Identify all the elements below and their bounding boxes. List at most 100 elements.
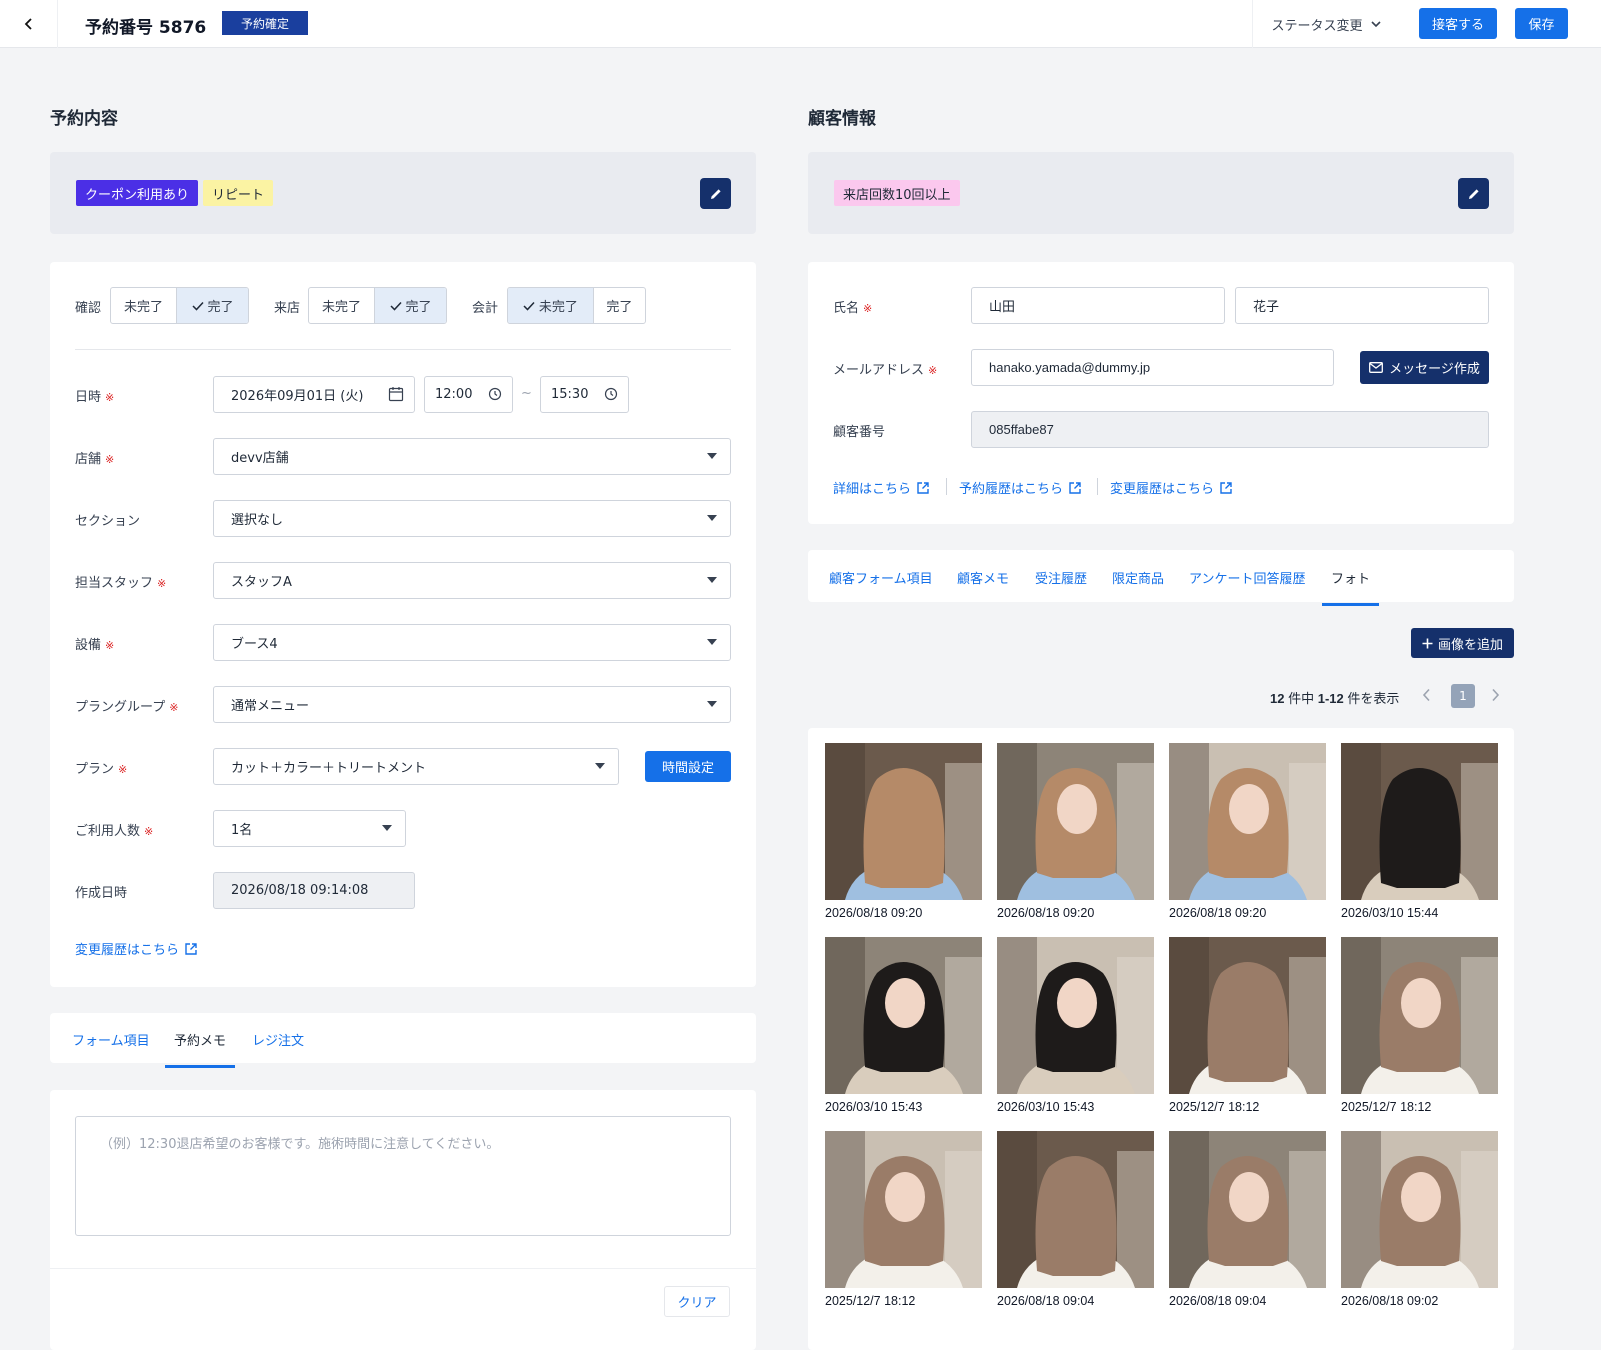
tab-survey-history[interactable]: アンケート回答履歴 [1189, 568, 1305, 587]
reservation-history-customer-link[interactable]: 予約履歴はこちら [959, 478, 1082, 497]
photo-item[interactable]: 2026/08/18 09:04 [1169, 1131, 1326, 1308]
plan-group-select[interactable]: 通常メニュー [213, 686, 731, 723]
tab-limited-products[interactable]: 限定商品 [1112, 568, 1164, 587]
caret-down-icon [707, 639, 717, 645]
memo-textarea[interactable]: （例）12:30退店希望のお客様です。施術時間に注意してください。 [75, 1116, 731, 1236]
end-time-input[interactable]: 15:30 [540, 376, 629, 413]
photo-item[interactable]: 2026/03/10 15:43 [997, 937, 1154, 1114]
mail-icon [1369, 362, 1384, 373]
label-text: プラン [75, 762, 115, 777]
time-setting-button[interactable]: 時間設定 [645, 751, 731, 782]
prev-page-button[interactable] [1422, 688, 1436, 704]
tab-customer-form[interactable]: 顧客フォーム項目 [829, 568, 933, 587]
photo-item[interactable]: 2026/03/10 15:43 [825, 937, 982, 1114]
tab-order-history[interactable]: 受注履歴 [1035, 568, 1087, 587]
photo-item[interactable]: 2025/12/7 18:12 [1341, 937, 1498, 1114]
photo-image [1169, 937, 1326, 1094]
photo-item[interactable]: 2026/08/18 09:04 [997, 1131, 1154, 1308]
pagination-summary: 12 件中 1-12 件を表示 [1270, 688, 1399, 707]
external-link-icon [185, 942, 197, 955]
plan-select[interactable]: カット＋カラー＋トリートメント [213, 748, 619, 785]
customer-detail-link[interactable]: 詳細はこちら [833, 478, 930, 497]
divider [50, 1268, 756, 1269]
photo-item[interactable]: 2025/12/7 18:12 [825, 1131, 982, 1308]
datetime-label: 日時 ※ [75, 386, 114, 405]
tab-register-order[interactable]: レジ注文 [252, 1030, 304, 1049]
check-icon [389, 301, 402, 311]
photo-image [1341, 1131, 1498, 1288]
confirm-complete-option[interactable]: 完了 [176, 288, 248, 323]
date-input[interactable]: 2026年09月01日 (火) [213, 376, 415, 413]
required-mark: ※ [105, 639, 115, 652]
pagination-text: 件を表示 [1347, 691, 1400, 706]
date-value: 2026年09月01日 (火) [231, 389, 364, 404]
option-label: 完了 [207, 300, 234, 315]
visits-tag: 来店回数10回以上 [834, 180, 960, 206]
page-number-button[interactable]: 1 [1451, 684, 1475, 708]
reservation-history-link[interactable]: 変更履歴はこちら [75, 939, 198, 958]
serve-button[interactable]: 接客する [1419, 8, 1497, 39]
edit-reservation-tags-button[interactable] [700, 178, 731, 209]
compose-message-button[interactable]: メッセージ作成 [1360, 351, 1489, 384]
range-text: 1-12 [1317, 691, 1344, 706]
clear-button[interactable]: クリア [664, 1286, 730, 1317]
tab-photos[interactable]: フォト [1321, 568, 1380, 606]
last-name-input[interactable]: 山田 [971, 287, 1225, 324]
photo-thumbnail [997, 937, 1154, 1094]
payment-complete-option[interactable]: 完了 [592, 288, 645, 323]
customer-section-title: 顧客情報 [808, 109, 876, 129]
staff-label: 担当スタッフ ※ [75, 572, 166, 591]
reservation-form-card: 確認 未完了 完了 来店 未完了 完了 会計 未完了 完了 日時 ※ 2026年0… [50, 262, 756, 987]
label-text: 担当スタッフ [75, 576, 154, 591]
email-input[interactable]: hanako.yamada@dummy.jp [971, 349, 1334, 386]
photo-image [1341, 743, 1498, 900]
save-button[interactable]: 保存 [1515, 8, 1568, 39]
photo-thumbnail [825, 1131, 982, 1288]
label-text: メールアドレス [833, 363, 925, 378]
status-change-dropdown[interactable]: ステータス変更 [1252, 0, 1399, 48]
equipment-select[interactable]: ブース4 [213, 624, 731, 661]
visit-complete-option[interactable]: 完了 [374, 288, 446, 323]
tab-customer-memo[interactable]: 顧客メモ [957, 568, 1009, 587]
created-field: 2026/08/18 09:14:08 [213, 872, 415, 909]
store-select[interactable]: devv店舗 [213, 438, 731, 475]
next-page-button[interactable] [1490, 688, 1504, 704]
tab-reservation-memo[interactable]: 予約メモ [164, 1030, 236, 1068]
people-value: 1名 [231, 823, 253, 838]
check-icon [191, 301, 204, 311]
photo-item[interactable]: 2026/08/18 09:20 [997, 743, 1154, 920]
people-select[interactable]: 1名 [213, 810, 406, 847]
edit-customer-tags-button[interactable] [1458, 178, 1489, 209]
visit-toggle: 未完了 完了 [308, 287, 447, 324]
photo-grid-card: 2026/08/18 09:20 2026/08/18 09:20 2026/08/… [808, 728, 1514, 1350]
add-image-button[interactable]: 画像を追加 [1411, 628, 1514, 658]
payment-incomplete-option[interactable]: 未完了 [508, 288, 593, 323]
plan-group-label: プラングループ ※ [75, 696, 178, 715]
photo-item[interactable]: 2026/08/18 09:20 [1169, 743, 1326, 920]
photo-item[interactable]: 2026/03/10 15:44 [1341, 743, 1498, 920]
photo-image [997, 937, 1154, 1094]
back-button[interactable] [0, 0, 58, 48]
customer-tabs-card: 顧客フォーム項目 顧客メモ 受注履歴 限定商品 アンケート回答履歴 フォト [808, 550, 1514, 606]
payment-toggle: 未完了 完了 [507, 287, 646, 324]
label-text: 店舗 [75, 452, 102, 467]
visit-incomplete-option[interactable]: 未完了 [309, 288, 374, 323]
photo-item[interactable]: 2025/12/7 18:12 [1169, 937, 1326, 1114]
photo-date: 2025/12/7 18:12 [825, 1294, 916, 1308]
external-link-icon [1220, 481, 1232, 494]
tab-form-items[interactable]: フォーム項目 [72, 1030, 150, 1049]
section-select[interactable]: 選択なし [213, 500, 731, 537]
staff-select[interactable]: スタッフA [213, 562, 731, 599]
change-history-customer-link[interactable]: 変更履歴はこちら [1110, 478, 1233, 497]
caret-down-icon [707, 515, 717, 521]
label-text: 日時 [75, 390, 102, 405]
photo-item[interactable]: 2026/08/18 09:02 [1341, 1131, 1498, 1308]
photo-image [825, 743, 982, 900]
first-name-input[interactable]: 花子 [1235, 287, 1489, 324]
required-mark: ※ [157, 577, 167, 590]
external-link-icon [1069, 481, 1081, 494]
confirm-incomplete-option[interactable]: 未完了 [111, 288, 176, 323]
photo-item[interactable]: 2026/08/18 09:20 [825, 743, 982, 920]
start-time-input[interactable]: 12:00 [424, 376, 513, 413]
photo-date: 2026/08/18 09:04 [997, 1294, 1095, 1308]
